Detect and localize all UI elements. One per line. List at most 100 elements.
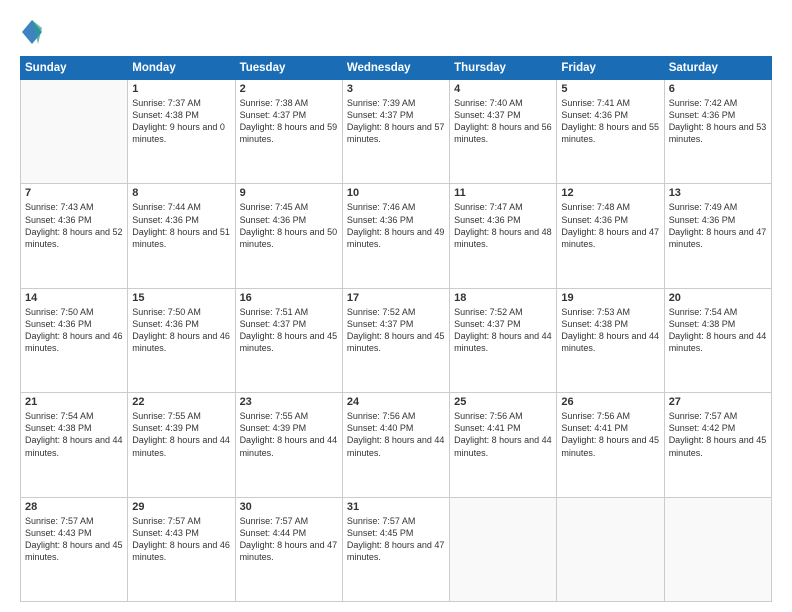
calendar-cell: 19 Sunrise: 7:53 AMSunset: 4:38 PMDayligh… [557,288,664,392]
cell-sun-info: Sunrise: 7:46 AMSunset: 4:36 PMDaylight:… [347,201,445,250]
cell-sun-info: Sunrise: 7:44 AMSunset: 4:36 PMDaylight:… [132,201,230,250]
calendar-cell: 25Sunrise: 7:56 AMSunset: 4:41 PMDayligh… [450,393,557,497]
weekday-header-row: SundayMondayTuesdayWednesdayThursdayFrid… [21,57,772,80]
calendar-cell: 10 Sunrise: 7:46 AMSunset: 4:36 PMDayligh… [342,184,449,288]
calendar-cell: 13 Sunrise: 7:49 AMSunset: 4:36 PMDayligh… [664,184,771,288]
calendar-cell: 8 Sunrise: 7:44 AMSunset: 4:36 PMDaylight… [128,184,235,288]
day-number: 29 [132,501,230,513]
calendar-cell [21,80,128,184]
day-number: 31 [347,501,445,513]
week-row-4: 21 Sunrise: 7:54 AMSunset: 4:38 PMDayligh… [21,393,772,497]
cell-sun-info: Sunrise: 7:50 AMSunset: 4:36 PMDaylight:… [132,306,230,355]
calendar-cell: 21 Sunrise: 7:54 AMSunset: 4:38 PMDayligh… [21,393,128,497]
day-number: 18 [454,292,552,304]
day-number: 13 [669,187,767,199]
cell-sun-info: Sunrise: 7:47 AMSunset: 4:36 PMDaylight:… [454,201,552,250]
calendar-cell: 6 Sunrise: 7:42 AMSunset: 4:36 PMDaylight… [664,80,771,184]
day-number: 3 [347,83,445,95]
cell-sun-info: Sunrise: 7:42 AMSunset: 4:36 PMDaylight:… [669,97,767,146]
cell-sun-info: Sunrise: 7:52 AMSunset: 4:37 PMDaylight:… [347,306,445,355]
cell-sun-info: Sunrise: 7:45 AMSunset: 4:36 PMDaylight:… [240,201,338,250]
day-number: 26 [561,396,659,408]
cell-sun-info: Sunrise: 7:53 AMSunset: 4:38 PMDaylight:… [561,306,659,355]
cell-sun-info: Sunrise: 7:41 AMSunset: 4:36 PMDaylight:… [561,97,659,146]
day-number: 8 [132,187,230,199]
calendar-cell: 22 Sunrise: 7:55 AMSunset: 4:39 PMDayligh… [128,393,235,497]
day-number: 2 [240,83,338,95]
day-number: 19 [561,292,659,304]
cell-sun-info: Sunrise: 7:49 AMSunset: 4:36 PMDaylight:… [669,201,767,250]
calendar-cell: 24 Sunrise: 7:56 AMSunset: 4:40 PMDayligh… [342,393,449,497]
cell-sun-info: Sunrise: 7:55 AMSunset: 4:39 PMDaylight:… [132,410,230,459]
cell-sun-info: Sunrise: 7:43 AMSunset: 4:36 PMDaylight:… [25,201,123,250]
day-number: 10 [347,187,445,199]
calendar-cell: 5 Sunrise: 7:41 AMSunset: 4:36 PMDaylight… [557,80,664,184]
week-row-5: 28 Sunrise: 7:57 AMSunset: 4:43 PMDayligh… [21,497,772,601]
calendar-cell: 18 Sunrise: 7:52 AMSunset: 4:37 PMDayligh… [450,288,557,392]
cell-sun-info: Sunrise: 7:57 AMSunset: 4:45 PMDaylight:… [347,515,445,564]
calendar-cell: 15 Sunrise: 7:50 AMSunset: 4:36 PMDayligh… [128,288,235,392]
day-number: 24 [347,396,445,408]
calendar-cell: 29 Sunrise: 7:57 AMSunset: 4:43 PMDayligh… [128,497,235,601]
calendar-cell: 4 Sunrise: 7:40 AMSunset: 4:37 PMDaylight… [450,80,557,184]
day-number: 22 [132,396,230,408]
calendar-cell: 20 Sunrise: 7:54 AMSunset: 4:38 PMDayligh… [664,288,771,392]
calendar-cell: 30 Sunrise: 7:57 AMSunset: 4:44 PMDayligh… [235,497,342,601]
cell-sun-info: Sunrise: 7:57 AMSunset: 4:43 PMDaylight:… [132,515,230,564]
cell-sun-info: Sunrise: 7:54 AMSunset: 4:38 PMDaylight:… [25,410,123,459]
page: SundayMondayTuesdayWednesdayThursdayFrid… [0,0,792,612]
calendar-cell [557,497,664,601]
logo [20,18,48,46]
day-number: 6 [669,83,767,95]
calendar-cell: 14 Sunrise: 7:50 AMSunset: 4:36 PMDayligh… [21,288,128,392]
cell-sun-info: Sunrise: 7:57 AMSunset: 4:44 PMDaylight:… [240,515,338,564]
day-number: 15 [132,292,230,304]
day-number: 4 [454,83,552,95]
day-number: 21 [25,396,123,408]
calendar-cell: 3 Sunrise: 7:39 AMSunset: 4:37 PMDaylight… [342,80,449,184]
calendar-cell [664,497,771,601]
calendar-cell: 1Sunrise: 7:37 AMSunset: 4:38 PMDaylight… [128,80,235,184]
day-number: 14 [25,292,123,304]
calendar-cell: 2 Sunrise: 7:38 AMSunset: 4:37 PMDaylight… [235,80,342,184]
cell-sun-info: Sunrise: 7:51 AMSunset: 4:37 PMDaylight:… [240,306,338,355]
cell-sun-info: Sunrise: 7:57 AMSunset: 4:43 PMDaylight:… [25,515,123,564]
calendar-cell: 11 Sunrise: 7:47 AMSunset: 4:36 PMDayligh… [450,184,557,288]
weekday-header-saturday: Saturday [664,57,771,80]
cell-sun-info: Sunrise: 7:39 AMSunset: 4:37 PMDaylight:… [347,97,445,146]
calendar-cell: 31 Sunrise: 7:57 AMSunset: 4:45 PMDayligh… [342,497,449,601]
week-row-3: 14 Sunrise: 7:50 AMSunset: 4:36 PMDayligh… [21,288,772,392]
day-number: 9 [240,187,338,199]
day-number: 11 [454,187,552,199]
cell-sun-info: Sunrise: 7:56 AMSunset: 4:41 PMDaylight:… [454,410,552,459]
cell-sun-info: Sunrise: 7:55 AMSunset: 4:39 PMDaylight:… [240,410,338,459]
day-number: 1 [132,83,230,95]
calendar-cell: 9 Sunrise: 7:45 AMSunset: 4:36 PMDaylight… [235,184,342,288]
cell-sun-info: Sunrise: 7:52 AMSunset: 4:37 PMDaylight:… [454,306,552,355]
day-number: 20 [669,292,767,304]
day-number: 23 [240,396,338,408]
day-number: 17 [347,292,445,304]
weekday-header-thursday: Thursday [450,57,557,80]
calendar-cell: 28 Sunrise: 7:57 AMSunset: 4:43 PMDayligh… [21,497,128,601]
weekday-header-sunday: Sunday [21,57,128,80]
cell-sun-info: Sunrise: 7:57 AMSunset: 4:42 PMDaylight:… [669,410,767,459]
calendar-cell: 7Sunrise: 7:43 AMSunset: 4:36 PMDaylight… [21,184,128,288]
week-row-1: 1Sunrise: 7:37 AMSunset: 4:38 PMDaylight… [21,80,772,184]
cell-sun-info: Sunrise: 7:48 AMSunset: 4:36 PMDaylight:… [561,201,659,250]
cell-sun-info: Sunrise: 7:54 AMSunset: 4:38 PMDaylight:… [669,306,767,355]
day-number: 27 [669,396,767,408]
day-number: 5 [561,83,659,95]
cell-sun-info: Sunrise: 7:40 AMSunset: 4:37 PMDaylight:… [454,97,552,146]
cell-sun-info: Sunrise: 7:50 AMSunset: 4:36 PMDaylight:… [25,306,123,355]
day-number: 30 [240,501,338,513]
calendar-cell: 12 Sunrise: 7:48 AMSunset: 4:36 PMDayligh… [557,184,664,288]
calendar-cell: 27 Sunrise: 7:57 AMSunset: 4:42 PMDayligh… [664,393,771,497]
day-number: 12 [561,187,659,199]
cell-sun-info: Sunrise: 7:38 AMSunset: 4:37 PMDaylight:… [240,97,338,146]
calendar-cell: 23 Sunrise: 7:55 AMSunset: 4:39 PMDayligh… [235,393,342,497]
calendar-table: SundayMondayTuesdayWednesdayThursdayFrid… [20,56,772,602]
day-number: 28 [25,501,123,513]
day-number: 16 [240,292,338,304]
cell-sun-info: Sunrise: 7:56 AMSunset: 4:40 PMDaylight:… [347,410,445,459]
